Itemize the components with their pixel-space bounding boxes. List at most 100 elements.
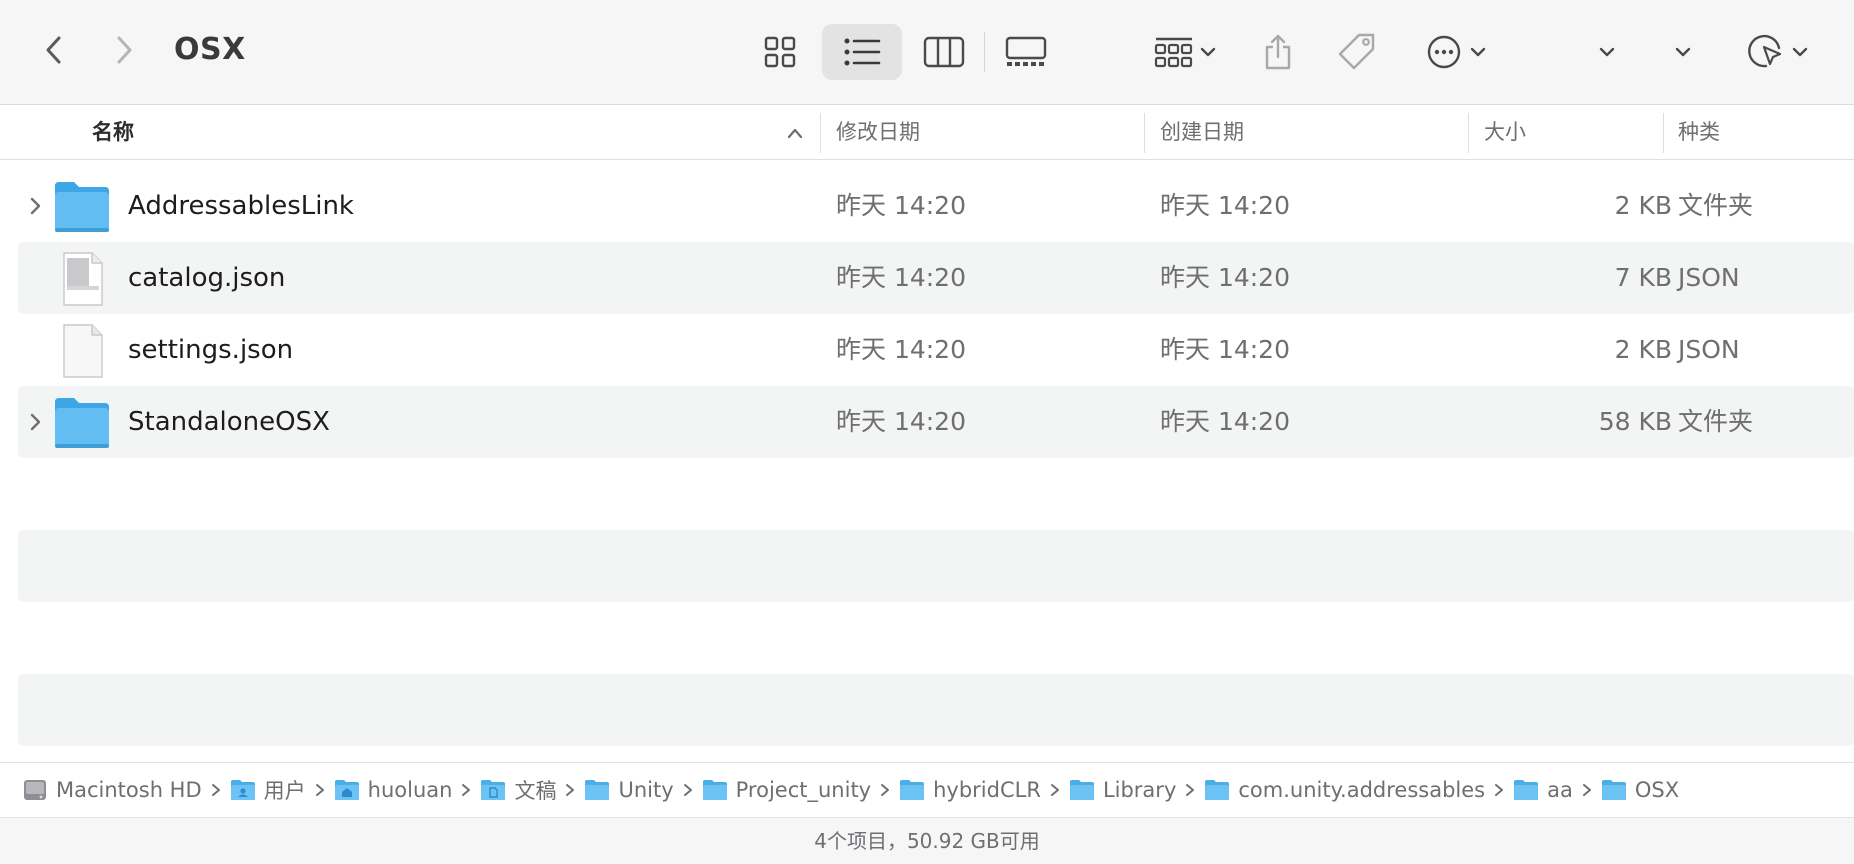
share-button[interactable] <box>0 24 40 80</box>
markup-button[interactable] <box>1740 24 1814 80</box>
chevron-left-icon <box>46 36 61 64</box>
file-row-settings[interactable]: settings.json 昨天 14:20 昨天 14:20 2 KB JSO… <box>18 314 1854 386</box>
column-header-created[interactable]: 创建日期 <box>1160 105 1244 160</box>
column-header-kind[interactable]: 种类 <box>1678 105 1720 160</box>
path-item-label: 用户 <box>263 779 306 803</box>
chevron-right-icon <box>565 783 575 797</box>
toolbar-separator <box>984 32 985 72</box>
folder-icon <box>585 780 610 800</box>
gallery-icon <box>1005 36 1047 66</box>
chevron-right-icon <box>461 783 471 797</box>
path-item-label: 文稿 <box>514 779 557 803</box>
chevron-right-icon <box>211 783 221 797</box>
path-item-hybridclr[interactable]: hybridCLR <box>899 778 1041 802</box>
empty-row <box>18 602 1854 674</box>
file-size: 2 KB <box>1614 335 1672 364</box>
chevron-right-icon <box>1185 783 1195 797</box>
grid-icon <box>764 36 796 68</box>
path-item-label: Macintosh HD <box>56 778 202 802</box>
disclosure-chevron-icon[interactable] <box>26 192 46 220</box>
toolbar-dropdown-button[interactable] <box>1594 24 1620 80</box>
file-kind: 文件夹 <box>1678 191 1754 220</box>
chevron-down-icon <box>1792 47 1808 57</box>
toolbar-dropdown-button[interactable] <box>1670 24 1696 80</box>
more-icon <box>1427 35 1461 69</box>
path-item-documents[interactable]: 文稿 <box>480 775 556 805</box>
columns-icon <box>923 36 965 68</box>
file-row-addressableslink[interactable]: AddressablesLink 昨天 14:20 昨天 14:20 2 KB … <box>18 170 1854 242</box>
empty-row <box>18 458 1854 530</box>
group-by-button[interactable] <box>1146 24 1224 80</box>
file-modified: 昨天 14:20 <box>836 407 966 436</box>
path-item-users[interactable]: 用户 <box>230 775 306 805</box>
column-divider[interactable] <box>1468 113 1469 153</box>
empty-row <box>18 674 1854 746</box>
file-kind: JSON <box>1678 263 1740 292</box>
users-folder-icon <box>230 780 255 800</box>
column-header-name[interactable]: 名称 <box>92 105 134 160</box>
file-created: 昨天 14:20 <box>1160 191 1290 220</box>
file-kind: 文件夹 <box>1678 407 1754 436</box>
path-item-label: huoluan <box>367 778 453 802</box>
chevron-right-icon <box>315 783 325 797</box>
more-actions-button[interactable] <box>1420 24 1492 80</box>
chevron-down-icon <box>1470 47 1486 57</box>
chevron-right-icon <box>117 36 132 64</box>
forward-button[interactable] <box>102 28 146 72</box>
icon-view-button[interactable] <box>752 24 808 80</box>
list-view-button[interactable] <box>822 24 902 80</box>
chevron-right-icon <box>1494 783 1504 797</box>
column-headers: 名称 修改日期 创建日期 大小 种类 <box>0 105 1854 160</box>
path-item-com-unity-addressables[interactable]: com.unity.addressables <box>1204 778 1485 802</box>
blank-document-icon <box>63 324 103 378</box>
file-created: 昨天 14:20 <box>1160 335 1290 364</box>
path-item-unity[interactable]: Unity <box>584 778 674 802</box>
path-item-label: OSX <box>1634 778 1680 802</box>
home-folder-icon <box>334 780 359 800</box>
file-name: catalog.json <box>128 263 286 293</box>
empty-row <box>18 530 1854 602</box>
file-kind: JSON <box>1678 335 1740 364</box>
path-item-label: hybridCLR <box>933 778 1041 802</box>
path-item-label: Library <box>1102 778 1177 802</box>
path-item-osx[interactable]: OSX <box>1601 778 1679 802</box>
file-row-catalog[interactable]: catalog.json 昨天 14:20 昨天 14:20 7 KB JSON <box>18 242 1854 314</box>
chevron-down-icon <box>1675 47 1691 57</box>
path-item-huoluan[interactable]: huoluan <box>334 778 453 802</box>
file-modified: 昨天 14:20 <box>836 263 966 292</box>
folder-icon <box>900 780 925 800</box>
column-divider[interactable] <box>1663 113 1664 153</box>
path-item-aa[interactable]: aa <box>1513 778 1573 802</box>
toolbar: OSX <box>0 0 1854 105</box>
column-divider[interactable] <box>1144 113 1145 153</box>
gallery-view-button[interactable] <box>998 24 1054 80</box>
folder-icon <box>1601 780 1626 800</box>
file-name: StandaloneOSX <box>128 407 330 437</box>
file-name: settings.json <box>128 335 294 365</box>
column-view-button[interactable] <box>916 24 972 80</box>
file-modified: 昨天 14:20 <box>836 335 966 364</box>
path-item-project-unity[interactable]: Project_unity <box>702 778 871 802</box>
sort-ascending-icon[interactable] <box>786 125 804 141</box>
file-size: 2 KB <box>1614 191 1672 220</box>
tag-icon <box>1338 33 1375 70</box>
share-icon <box>1265 34 1291 70</box>
file-row-standaloneosx[interactable]: StandaloneOSX 昨天 14:20 昨天 14:20 58 KB 文件… <box>18 386 1854 458</box>
path-item-label: aa <box>1547 778 1573 802</box>
chevron-right-icon <box>1582 783 1592 797</box>
file-size: 7 KB <box>1614 263 1672 292</box>
hard-disk-icon <box>24 780 46 800</box>
share-button[interactable] <box>1258 24 1298 80</box>
path-item-library[interactable]: Library <box>1069 778 1176 802</box>
folder-icon <box>1069 780 1094 800</box>
column-header-modified[interactable]: 修改日期 <box>836 105 920 160</box>
path-item-macintosh-hd[interactable]: Macintosh HD <box>22 777 202 803</box>
chevron-right-icon <box>880 783 890 797</box>
tag-button[interactable] <box>1336 24 1378 80</box>
chevron-right-icon <box>683 783 693 797</box>
chevron-down-icon <box>1200 47 1216 57</box>
column-divider[interactable] <box>820 113 821 153</box>
folder-icon <box>55 398 109 448</box>
column-header-size[interactable]: 大小 <box>1484 105 1526 160</box>
disclosure-chevron-icon[interactable] <box>26 408 46 436</box>
